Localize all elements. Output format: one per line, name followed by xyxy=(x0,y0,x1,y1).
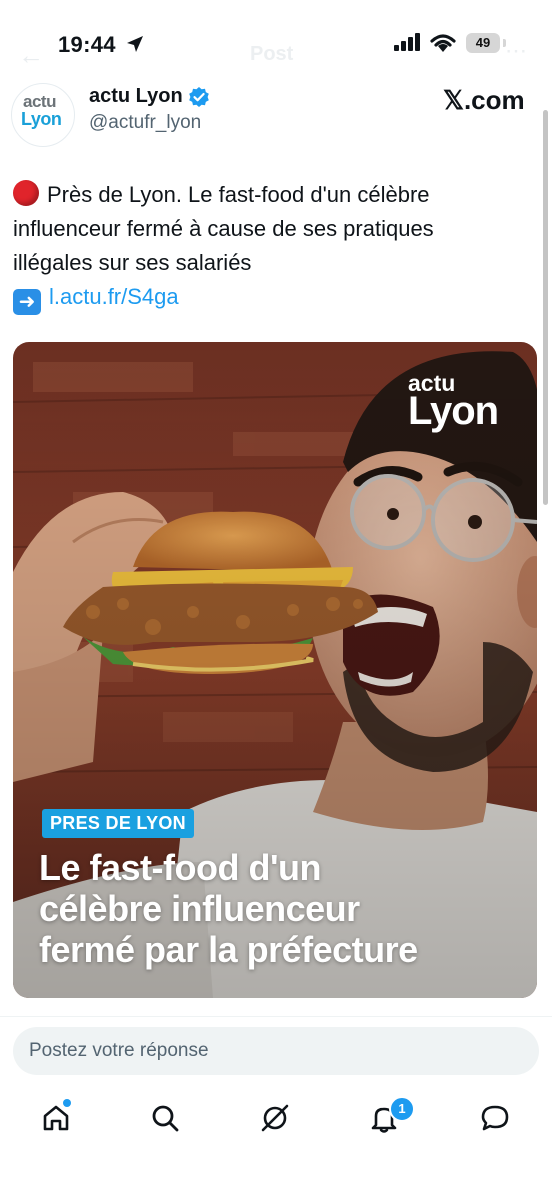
grok-icon xyxy=(261,1104,289,1132)
category-badge: PRES DE LYON xyxy=(42,809,194,838)
image-headline: Le fast-food d'un célèbre influenceur fe… xyxy=(39,847,519,970)
right-arrow-icon: ➜ xyxy=(13,289,41,315)
wifi-icon xyxy=(430,34,456,52)
tweet-text-line-1: Près de Lyon. Le fast-food d'un célèbre xyxy=(47,182,430,207)
actu-lyon-logo: actu Lyon xyxy=(408,370,499,434)
location-arrow-icon xyxy=(127,36,143,52)
tab-search[interactable] xyxy=(145,1098,185,1138)
status-bar: ← Post ⋯ 19:44 49 xyxy=(0,0,552,88)
more-icon[interactable]: ⋯ xyxy=(505,38,527,64)
tab-grok[interactable] xyxy=(255,1098,295,1138)
tweet-image[interactable]: actu Lyon PRES DE LYON Le fast-food d'un… xyxy=(13,342,537,998)
battery-indicator: 49 xyxy=(466,33,500,53)
avatar[interactable]: actu Lyon xyxy=(11,83,75,147)
scroll-indicator xyxy=(543,110,548,505)
verified-badge-icon xyxy=(188,86,209,107)
red-circle-icon xyxy=(13,180,39,206)
tab-messages[interactable] xyxy=(475,1098,515,1138)
search-icon xyxy=(152,1105,179,1132)
divider xyxy=(0,1016,552,1017)
headline-line-1: Le fast-food d'un xyxy=(39,847,322,888)
cellular-signal-icon xyxy=(394,33,420,51)
logo-text-lyon: Lyon xyxy=(408,389,499,433)
headline-line-3: fermé par la préfecture xyxy=(39,929,418,970)
source-label: 𝕏.com xyxy=(443,85,525,115)
tweet-link[interactable]: l.actu.fr/S4ga xyxy=(49,284,179,309)
avatar-text-lyon: Lyon xyxy=(21,109,62,129)
tweet-text-line-3: illégales sur ses salariés xyxy=(13,250,252,275)
author-name-row[interactable]: actu Lyon xyxy=(89,85,210,108)
back-arrow-icon[interactable]: ← xyxy=(18,40,44,71)
message-icon xyxy=(481,1105,509,1131)
home-unread-dot xyxy=(63,1099,71,1107)
reply-input[interactable]: Postez votre réponse xyxy=(13,1027,539,1075)
tweet-text-line-2: influenceur fermé à cause de ses pratiqu… xyxy=(13,216,434,241)
display-name[interactable]: actu Lyon xyxy=(89,85,183,108)
tweet-text: Près de Lyon. Le fast-food d'un célèbre … xyxy=(13,178,533,315)
headline-line-2: célèbre influenceur xyxy=(39,888,360,929)
notification-count-badge: 1 xyxy=(389,1096,415,1122)
header-title: Post xyxy=(250,43,294,65)
status-time: 19:44 xyxy=(58,32,116,57)
author-handle[interactable]: @actufr_lyon xyxy=(89,112,201,134)
battery-tip xyxy=(503,39,506,47)
